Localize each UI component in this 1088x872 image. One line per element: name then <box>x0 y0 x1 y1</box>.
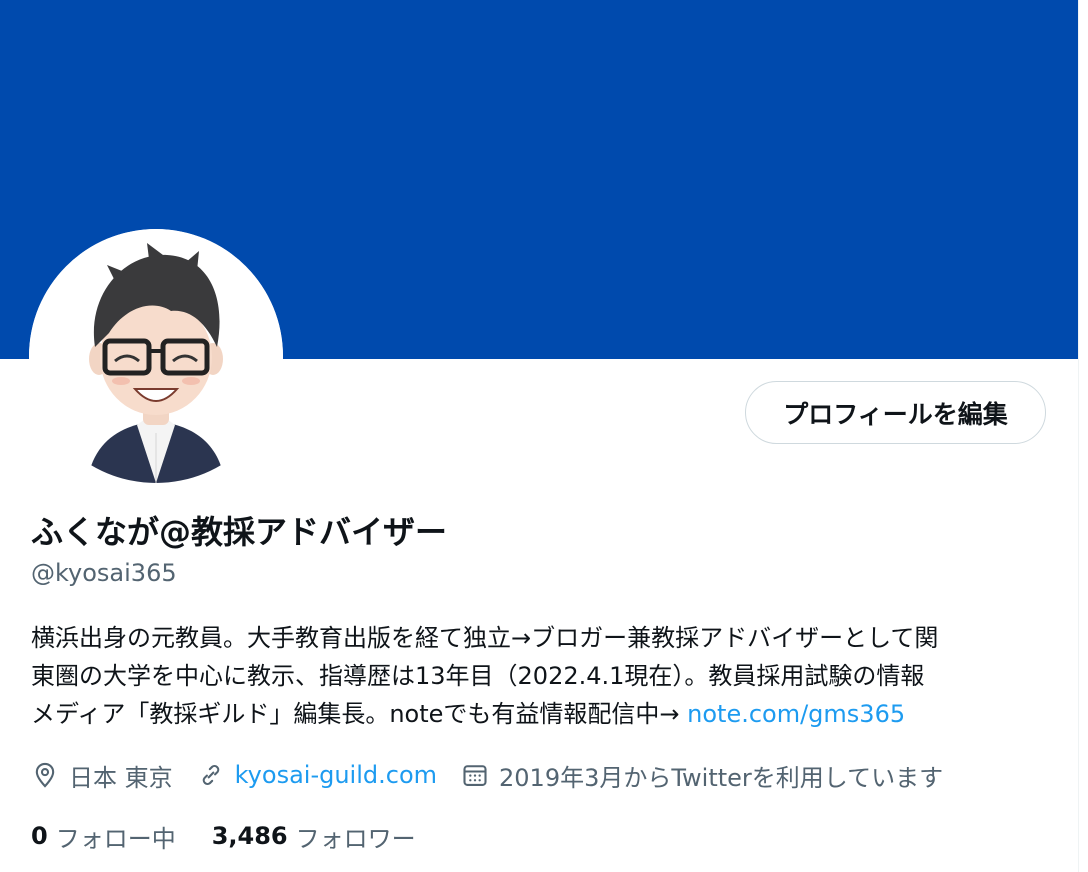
follow-stats: 0 フォロー中 3,486 フォロワー <box>31 818 452 854</box>
location-item: 日本 東京 <box>31 758 173 793</box>
following-label: フォロー中 <box>55 824 176 853</box>
followers-link[interactable]: 3,486 フォロワー <box>212 819 416 854</box>
location-text: 日本 東京 <box>69 763 173 792</box>
column-divider <box>1078 0 1079 872</box>
profile-avatar[interactable] <box>29 229 283 483</box>
bio-line: メディア「教採ギルド」編集長。noteでも有益情報配信中→ note.com/g… <box>31 695 1041 733</box>
avatar-illustration <box>29 229 283 483</box>
profile-handle: @kyosai365 <box>31 559 177 587</box>
edit-profile-button[interactable]: プロフィールを編集 <box>745 381 1046 444</box>
website-item[interactable]: kyosai-guild.com <box>197 761 437 789</box>
profile-display-name: ふくなが@教採アドバイザー <box>31 513 448 551</box>
followers-count: 3,486 <box>211 822 288 850</box>
followers-label: フォロワー <box>295 824 416 853</box>
website-link[interactable]: kyosai-guild.com <box>235 761 437 789</box>
joined-text: 2019年3月からTwitterを利用しています <box>499 763 944 792</box>
bio-line: 東圏の大学を中心に教示、指導歴は13年目（2022.4.1現在）。教員採用試験の… <box>31 662 925 690</box>
location-pin-icon <box>35 762 55 788</box>
profile-bio: 横浜出身の元教員。大手教育出版を経て独立→ブロガー兼教採アドバイザーとして関 東… <box>31 619 1041 733</box>
link-icon <box>202 765 219 785</box>
bio-text: メディア「教採ギルド」編集長。noteでも有益情報配信中→ <box>31 700 688 728</box>
following-count: 0 <box>31 822 48 850</box>
joined-item: 2019年3月からTwitterを利用しています <box>461 758 943 793</box>
calendar-icon <box>463 765 487 786</box>
bio-note-link[interactable]: note.com/gms365 <box>687 700 905 728</box>
bio-line: 横浜出身の元教員。大手教育出版を経て独立→ブロガー兼教採アドバイザーとして関 <box>31 624 939 652</box>
following-link[interactable]: 0 フォロー中 <box>31 819 176 854</box>
profile-meta: 日本 東京 kyosai-guild.com 2019年3月からTwitterを… <box>31 757 967 793</box>
